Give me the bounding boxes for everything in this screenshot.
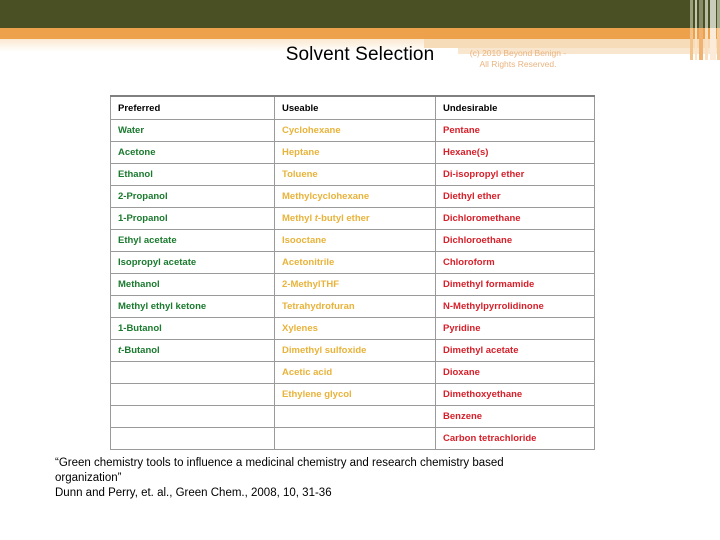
cell-useable: Methylcyclohexane <box>274 185 436 208</box>
table-row: Carbon tetrachloride <box>110 427 595 450</box>
cell-preferred: 1-Propanol <box>110 207 275 230</box>
cell-undesirable: Pyridine <box>435 317 595 340</box>
cell-undesirable: Dimethyl acetate <box>435 339 595 362</box>
table-row: 1-Propanol Methyl t-butyl ether Dichlorome… <box>110 207 595 230</box>
table-row: Ethylene glycol Dimethoxyethane <box>110 383 595 406</box>
cell-useable: Xylenes <box>274 317 436 340</box>
cell-preferred <box>110 405 275 428</box>
cell-undesirable: Diethyl ether <box>435 185 595 208</box>
citation-line-2: organization” <box>55 472 122 484</box>
cell-useable: Cyclohexane <box>274 119 436 142</box>
cell-undesirable: Dichloroethane <box>435 229 595 252</box>
cell-undesirable: Benzene <box>435 405 595 428</box>
table-row: Methanol 2-MethylTHF Dimethyl formamide <box>110 273 595 296</box>
cell-undesirable: Pentane <box>435 119 595 142</box>
header-green-bar <box>0 0 720 28</box>
cell-useable: Methyl t-butyl ether <box>274 207 436 230</box>
cell-preferred: Isopropyl acetate <box>110 251 275 274</box>
watermark-line-2: All Rights Reserved. <box>479 59 557 69</box>
cell-undesirable: N-Methylpyrrolidinone <box>435 295 595 318</box>
citation-line-1: “Green chemistry tools to influence a me… <box>55 457 504 469</box>
table-header-row: Preferred Useable Undesirable <box>110 95 595 120</box>
cell-useable: Isooctane <box>274 229 436 252</box>
cell-useable: Dimethyl sulfoxide <box>274 339 436 362</box>
cell-useable: Heptane <box>274 141 436 164</box>
cell-undesirable: Dichloromethane <box>435 207 595 230</box>
table-row: 1-Butanol Xylenes Pyridine <box>110 317 595 340</box>
column-header-undesirable: Undesirable <box>435 95 595 120</box>
cell-preferred <box>110 361 275 384</box>
cell-preferred: Water <box>110 119 275 142</box>
cell-preferred: 1-Butanol <box>110 317 275 340</box>
table-row: Methyl ethyl ketone Tetrahydrofuran N-Meth… <box>110 295 595 318</box>
cell-preferred: Acetone <box>110 141 275 164</box>
table-row: Benzene <box>110 405 595 428</box>
column-header-preferred: Preferred <box>110 95 275 120</box>
cell-preferred: 2-Propanol <box>110 185 275 208</box>
table-row: Ethyl acetate Isooctane Dichloroethane <box>110 229 595 252</box>
cell-useable <box>274 405 436 428</box>
cell-undesirable: Dimethoxyethane <box>435 383 595 406</box>
cell-undesirable: Dimethyl formamide <box>435 273 595 296</box>
cell-useable: Acetonitrile <box>274 251 436 274</box>
table-row: Isopropyl acetate Acetonitrile Chloroform <box>110 251 595 274</box>
copyright-watermark: (c) 2010 Beyond Benign - All Rights Rese… <box>423 48 613 70</box>
cell-preferred: Ethanol <box>110 163 275 186</box>
cell-useable: Acetic acid <box>274 361 436 384</box>
cell-useable: Toluene <box>274 163 436 186</box>
column-header-useable: Useable <box>274 95 436 120</box>
header-orange-bar <box>0 28 720 39</box>
solvent-selection-table: Preferred Useable Undesirable Water Cyclo… <box>110 95 595 450</box>
table-row: Acetic acid Dioxane <box>110 361 595 384</box>
cell-undesirable: Dioxane <box>435 361 595 384</box>
watermark-line-1: (c) 2010 Beyond Benign - <box>469 48 567 58</box>
table-row: Water Cyclohexane Pentane <box>110 119 595 142</box>
table-row: 2-Propanol Methylcyclohexane Diethyl ether <box>110 185 595 208</box>
table-row: Ethanol Toluene Di-isopropyl ether <box>110 163 595 186</box>
cell-useable: Ethylene glycol <box>274 383 436 406</box>
source-citation: “Green chemistry tools to influence a me… <box>55 456 675 501</box>
citation-line-3: Dunn and Perry, et. al., Green Chem., 20… <box>55 487 332 499</box>
cell-preferred <box>110 383 275 406</box>
cell-useable: Tetrahydrofuran <box>274 295 436 318</box>
table-row: t-Butanol Dimethyl sulfoxide Dimethyl acet… <box>110 339 595 362</box>
cell-undesirable: Di-isopropyl ether <box>435 163 595 186</box>
cell-preferred: Methyl ethyl ketone <box>110 295 275 318</box>
cell-useable: 2-MethylTHF <box>274 273 436 296</box>
cell-undesirable: Hexane(s) <box>435 141 595 164</box>
cell-undesirable: Chloroform <box>435 251 595 274</box>
cell-undesirable: Carbon tetrachloride <box>435 427 595 450</box>
cell-preferred: t-Butanol <box>110 339 275 362</box>
cell-preferred: Ethyl acetate <box>110 229 275 252</box>
cell-preferred: Methanol <box>110 273 275 296</box>
cell-preferred <box>110 427 275 450</box>
cell-useable <box>274 427 436 450</box>
table-row: Acetone Heptane Hexane(s) <box>110 141 595 164</box>
